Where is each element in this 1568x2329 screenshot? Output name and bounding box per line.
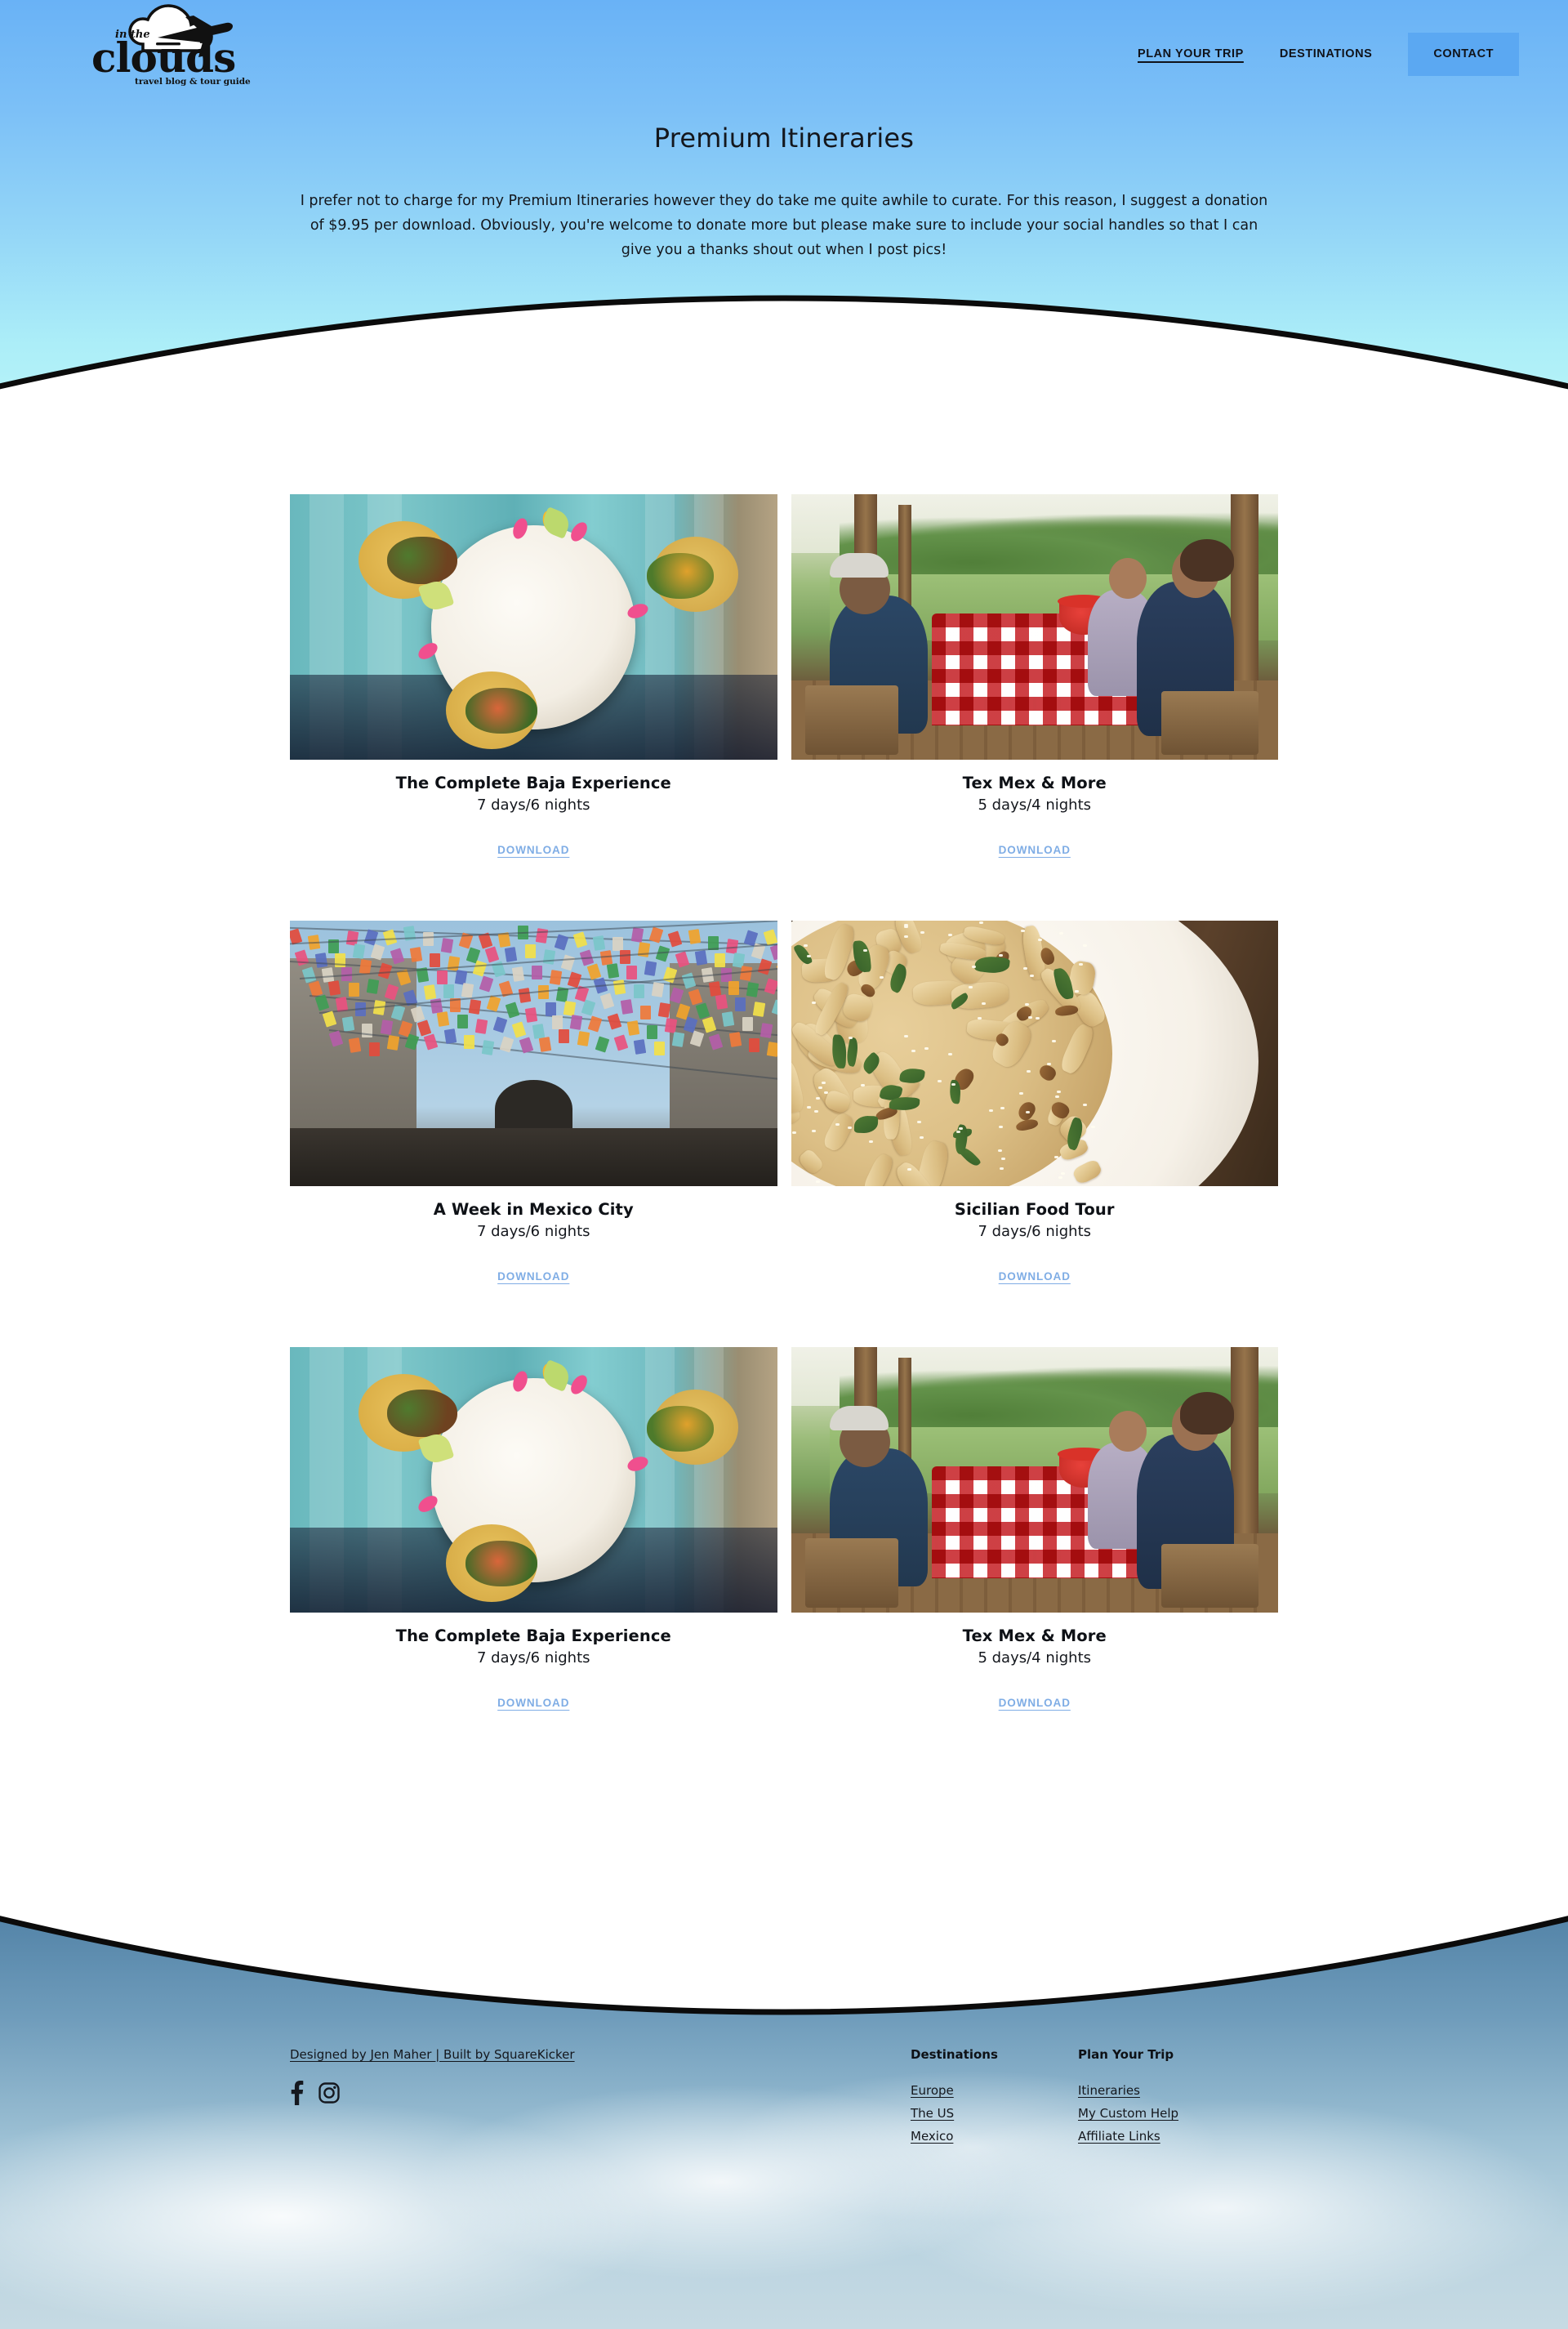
itinerary-title: The Complete Baja Experience (290, 774, 777, 792)
itinerary-duration: 5 days/4 nights (791, 1649, 1279, 1666)
footer-column-heading: Plan Your Trip (1078, 2047, 1245, 2062)
footer-column-heading: Destinations (911, 2047, 1078, 2062)
footer-credit-link[interactable]: Designed by Jen Maher | Built by SquareK… (290, 2047, 575, 2062)
footer-link-my-custom-help[interactable]: My Custom Help (1078, 2106, 1245, 2121)
site-footer: Designed by Jen Maher | Built by SquareK… (0, 1896, 1568, 2329)
itinerary-title: Tex Mex & More (791, 774, 1279, 792)
itinerary-duration: 7 days/6 nights (290, 796, 777, 814)
hero-bottom-curve-divider (0, 230, 1568, 392)
itinerary-card: The Complete Baja Experience 7 days/6 ni… (290, 1347, 777, 1711)
instagram-icon[interactable] (318, 2082, 340, 2104)
footer-link-itineraries[interactable]: Itineraries (1078, 2083, 1245, 2098)
hero-content: Premium Itineraries I prefer not to char… (0, 0, 1568, 262)
itinerary-duration: 7 days/6 nights (290, 1223, 777, 1240)
itinerary-image-tacos[interactable] (290, 1347, 777, 1613)
download-link[interactable]: DOWNLOAD (999, 844, 1071, 856)
download-link[interactable]: DOWNLOAD (497, 1270, 569, 1283)
footer-link-europe[interactable]: Europe (911, 2083, 1078, 2098)
itinerary-image-picnic[interactable] (791, 1347, 1279, 1613)
itinerary-duration: 7 days/6 nights (791, 1223, 1279, 1240)
footer-column-plan-your-trip: Plan Your Trip Itineraries My Custom Hel… (1078, 2047, 1245, 2152)
footer-link-affiliate-links[interactable]: Affiliate Links (1078, 2129, 1245, 2144)
itinerary-image-tacos[interactable] (290, 494, 777, 760)
download-link[interactable]: DOWNLOAD (497, 1697, 569, 1709)
itinerary-card: Tex Mex & More 5 days/4 nights DOWNLOAD (791, 1347, 1279, 1711)
itineraries-section: The Complete Baja Experience 7 days/6 ni… (0, 392, 1568, 1896)
itinerary-image-pasta[interactable] (791, 921, 1279, 1186)
itinerary-image-picnic[interactable] (791, 494, 1279, 760)
itinerary-card: A Week in Mexico City 7 days/6 nights DO… (290, 921, 777, 1284)
facebook-icon[interactable] (290, 2081, 304, 2105)
itinerary-duration: 7 days/6 nights (290, 1649, 777, 1666)
download-link[interactable]: DOWNLOAD (497, 844, 569, 856)
social-links (290, 2081, 911, 2105)
itineraries-grid: The Complete Baja Experience 7 days/6 ni… (290, 494, 1278, 1774)
footer-column-destinations: Destinations Europe The US Mexico (911, 2047, 1078, 2152)
itinerary-title: Sicilian Food Tour (791, 1200, 1279, 1219)
itinerary-title: The Complete Baja Experience (290, 1626, 777, 1645)
itinerary-title: A Week in Mexico City (290, 1200, 777, 1219)
download-link[interactable]: DOWNLOAD (999, 1270, 1071, 1283)
itinerary-duration: 5 days/4 nights (791, 796, 1279, 814)
footer-link-mexico[interactable]: Mexico (911, 2129, 1078, 2144)
itinerary-card: The Complete Baja Experience 7 days/6 ni… (290, 494, 777, 858)
footer-credit-block: Designed by Jen Maher | Built by SquareK… (290, 2047, 911, 2152)
footer-link-the-us[interactable]: The US (911, 2106, 1078, 2121)
footer-content: Designed by Jen Maher | Built by SquareK… (290, 1896, 1278, 2152)
itinerary-image-flags[interactable] (290, 921, 777, 1186)
page-title: Premium Itineraries (0, 123, 1568, 154)
itinerary-card: Tex Mex & More 5 days/4 nights DOWNLOAD (791, 494, 1279, 858)
hero-section: in the clouds travel blog & tour guide P… (0, 0, 1568, 392)
itinerary-title: Tex Mex & More (791, 1626, 1279, 1645)
download-link[interactable]: DOWNLOAD (999, 1697, 1071, 1709)
itinerary-card: Sicilian Food Tour 7 days/6 nights DOWNL… (791, 921, 1279, 1284)
